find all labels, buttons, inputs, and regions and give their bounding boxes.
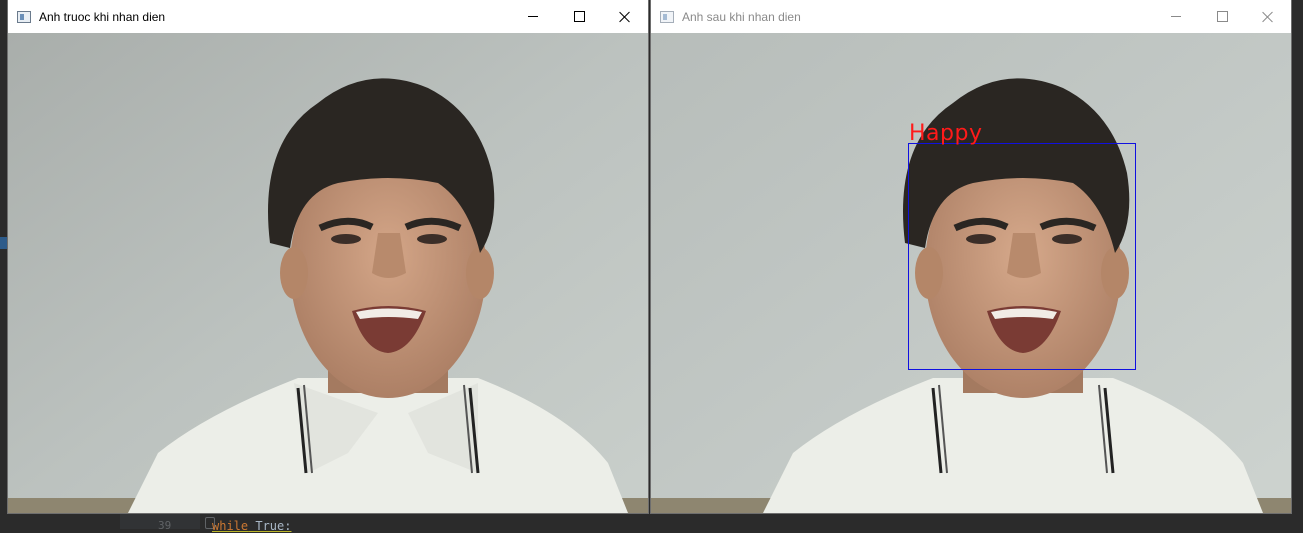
maximize-button[interactable] bbox=[556, 0, 602, 33]
editor-code-line[interactable]: while True: bbox=[212, 519, 291, 533]
window-controls bbox=[1153, 0, 1291, 33]
minimize-icon bbox=[1171, 16, 1181, 17]
window-controls bbox=[510, 0, 648, 33]
camera-frame-original bbox=[8, 33, 648, 513]
close-button[interactable] bbox=[1245, 0, 1291, 33]
close-icon bbox=[619, 11, 631, 23]
maximize-icon bbox=[573, 11, 585, 22]
close-button[interactable] bbox=[602, 0, 648, 33]
face-detection-box bbox=[908, 143, 1136, 370]
code-rest: True: bbox=[248, 519, 292, 533]
window-after-detection[interactable]: Anh sau khi nhan dien Happy bbox=[651, 0, 1291, 513]
code-keyword: while bbox=[212, 519, 249, 533]
app-window-icon bbox=[17, 10, 31, 23]
window-before-detection[interactable]: Anh truoc khi nhan dien bbox=[8, 0, 648, 513]
minimize-button[interactable] bbox=[1153, 0, 1199, 33]
person-photo bbox=[8, 33, 648, 513]
maximize-icon bbox=[1216, 11, 1228, 22]
minimize-button[interactable] bbox=[510, 0, 556, 33]
window-title: Anh truoc khi nhan dien bbox=[39, 9, 166, 24]
emotion-label: Happy bbox=[909, 121, 983, 146]
titlebar[interactable]: Anh sau khi nhan dien bbox=[651, 0, 1291, 33]
editor-line-number: 39 bbox=[158, 519, 172, 532]
titlebar[interactable]: Anh truoc khi nhan dien bbox=[8, 0, 648, 33]
camera-frame-detected: Happy bbox=[651, 33, 1291, 513]
maximize-button[interactable] bbox=[1199, 0, 1245, 33]
minimize-icon bbox=[528, 16, 538, 17]
close-icon bbox=[1262, 11, 1274, 23]
ide-background-right bbox=[1291, 0, 1303, 529]
app-window-icon bbox=[660, 10, 674, 23]
window-title: Anh sau khi nhan dien bbox=[682, 9, 801, 24]
